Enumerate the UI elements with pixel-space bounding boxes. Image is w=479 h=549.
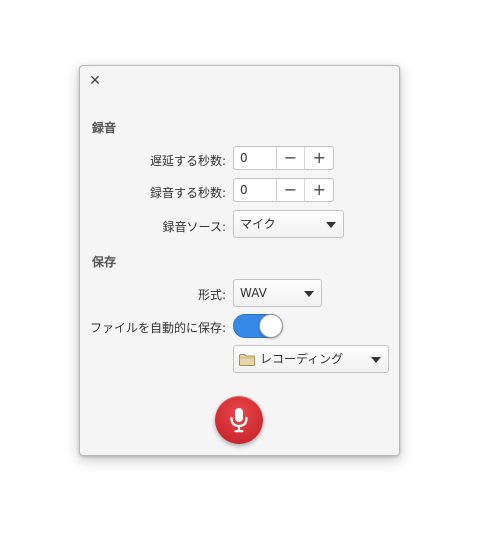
save-section-header: 保存 [92,255,117,269]
duration-input[interactable]: 0 [234,179,277,201]
folder-value: レコーディング [260,352,344,366]
format-label: 形式: [197,288,226,302]
dropdown-arrow-icon [326,222,336,228]
duration-increment-button[interactable]: + [304,179,333,201]
microphone-icon [230,408,248,433]
source-label: 録音ソース: [162,220,226,234]
delay-spinbutton: 0 − + [233,146,334,170]
switch-knob [259,314,283,338]
recording-section-header: 録音 [92,121,117,135]
source-value: マイク [240,217,276,231]
delay-decrement-button[interactable]: − [277,147,305,169]
folder-icon [239,354,255,366]
autosave-label: ファイルを自動的に保存: [89,321,226,335]
delay-label: 遅延する秒数: [149,154,226,168]
delay-increment-button[interactable]: + [304,147,333,169]
recorder-window: ✕ 録音 遅延する秒数: 0 − + 録音する秒数: 0 − + 録音ソース: … [79,65,400,456]
delay-input[interactable]: 0 [234,147,277,169]
record-button[interactable] [215,396,263,444]
duration-spinbutton: 0 − + [233,178,334,202]
dropdown-arrow-icon [304,291,314,297]
close-button[interactable]: ✕ [88,74,102,88]
folder-chooser[interactable]: レコーディング [233,345,389,373]
format-value: WAV [240,286,267,300]
source-combobox[interactable]: マイク [233,210,344,238]
close-icon: ✕ [89,73,101,89]
dropdown-arrow-icon [371,357,381,363]
duration-decrement-button[interactable]: − [277,179,305,201]
format-combobox[interactable]: WAV [233,279,322,307]
duration-label: 録音する秒数: [149,186,226,200]
autosave-switch[interactable] [233,314,283,338]
